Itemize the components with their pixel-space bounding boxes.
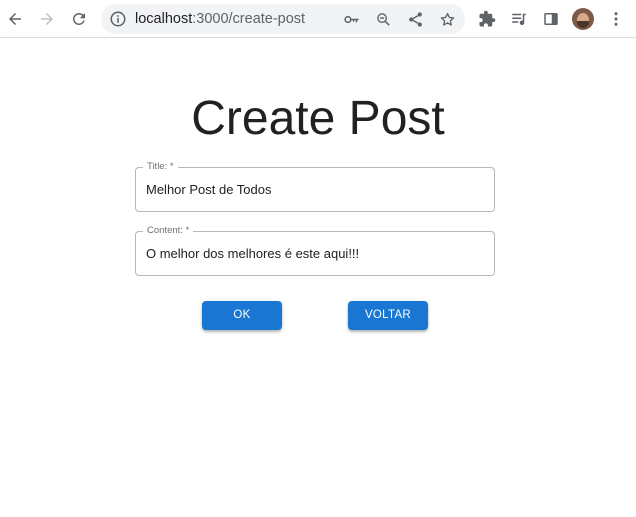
back-button[interactable]: VOLTAR xyxy=(348,301,428,330)
content-field[interactable]: Content: * xyxy=(135,225,495,276)
browser-toolbar: localhost:3000/create-post xyxy=(0,0,636,38)
forward-arrow-icon[interactable] xyxy=(35,7,59,31)
reload-icon[interactable] xyxy=(67,7,91,31)
ok-button[interactable]: OK xyxy=(202,301,282,330)
info-icon[interactable] xyxy=(109,10,127,28)
url-text[interactable]: localhost:3000/create-post xyxy=(135,11,305,27)
kebab-menu-icon[interactable] xyxy=(604,7,628,31)
content-input[interactable] xyxy=(146,245,486,263)
zoom-out-icon[interactable] xyxy=(373,9,393,29)
side-panel-icon[interactable] xyxy=(539,7,563,31)
share-icon[interactable] xyxy=(405,9,425,29)
title-input[interactable] xyxy=(146,181,486,199)
key-icon[interactable] xyxy=(341,9,361,29)
page-title: Create Post xyxy=(191,92,445,145)
content-field-label: Content: * xyxy=(143,225,194,237)
title-field-label: Title: * xyxy=(143,161,178,173)
media-queue-icon[interactable] xyxy=(507,7,531,31)
url-host: localhost xyxy=(135,11,193,27)
star-icon[interactable] xyxy=(437,9,457,29)
address-bar[interactable]: localhost:3000/create-post xyxy=(101,4,465,34)
url-path: :3000/create-post xyxy=(192,11,306,27)
puzzle-icon[interactable] xyxy=(475,7,499,31)
profile-avatar[interactable] xyxy=(572,8,594,30)
back-arrow-icon[interactable] xyxy=(3,7,27,31)
title-field[interactable]: Title: * xyxy=(135,161,495,212)
